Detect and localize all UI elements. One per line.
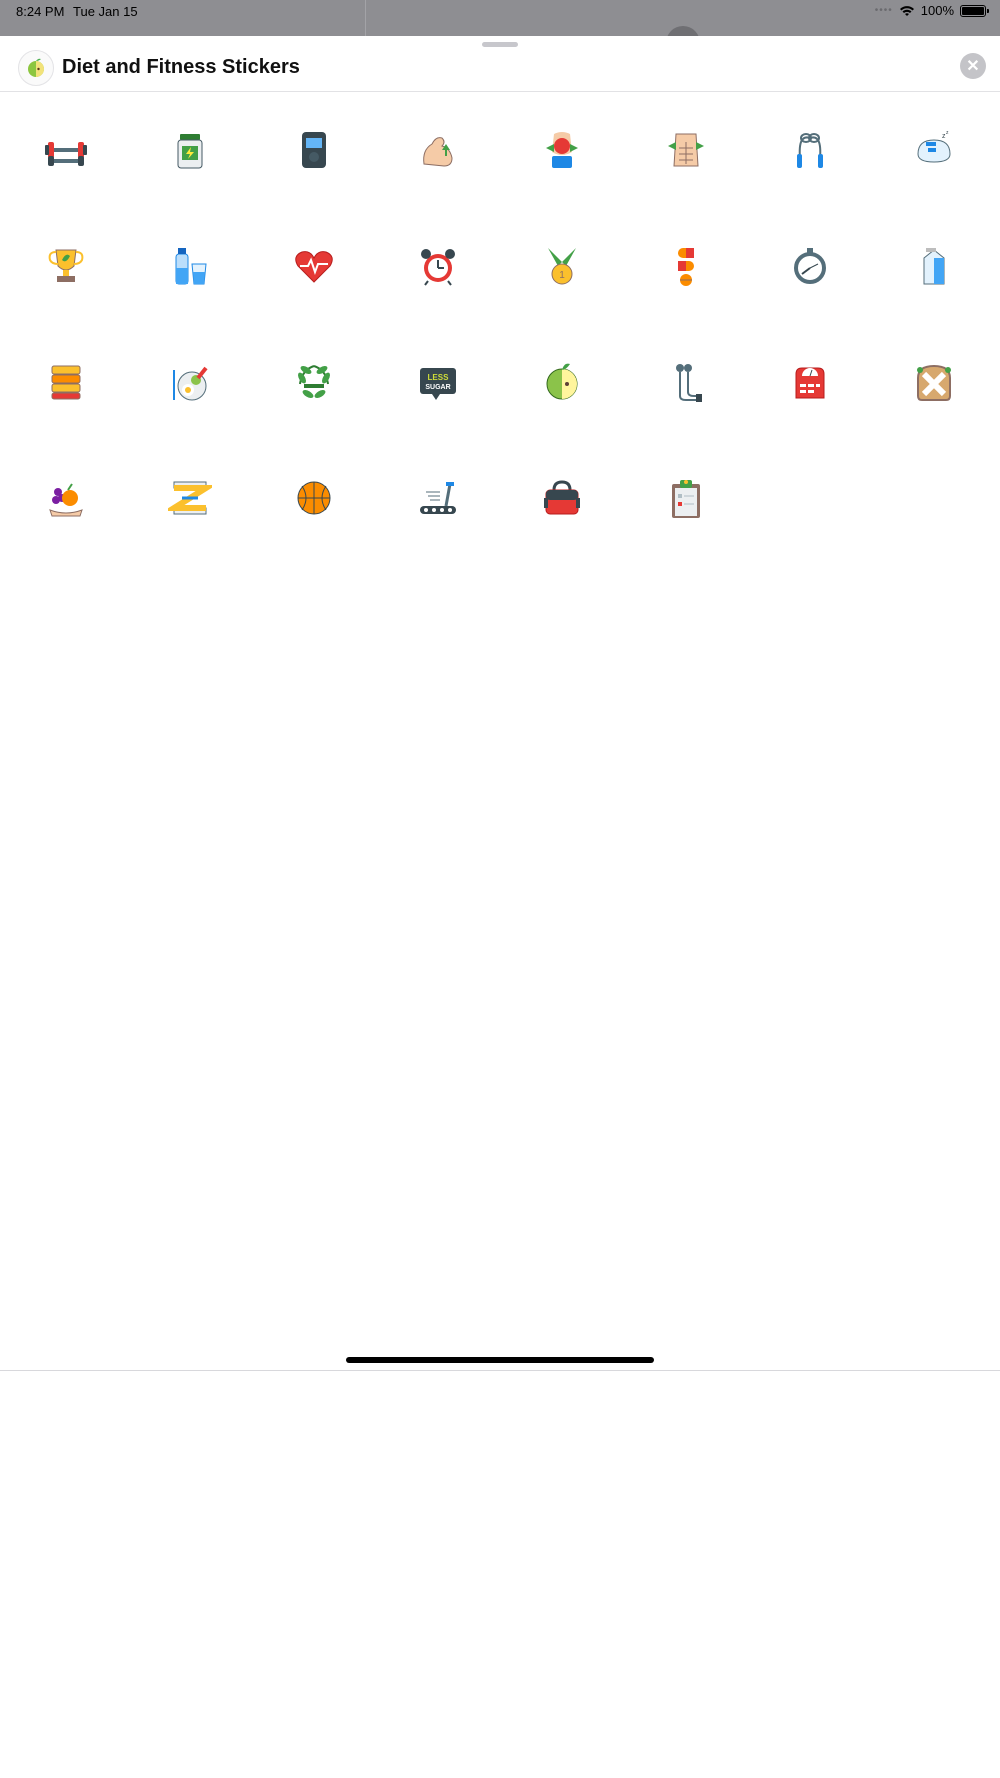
signal-icon: •••• — [874, 5, 893, 16]
sleep-icon: zz — [917, 130, 951, 163]
sticker-jump-rope[interactable] — [748, 92, 872, 208]
tape-icon — [168, 481, 212, 515]
less-sugar-icon: LESS SUGAR — [420, 368, 456, 400]
sticker-supplement-jar[interactable] — [128, 92, 252, 208]
dumbbell-icon — [45, 142, 87, 166]
app-icon — [18, 50, 54, 86]
sandwich-icon — [51, 365, 81, 400]
earphones-icon — [676, 364, 702, 402]
sheet-title: Diet and Fitness Stickers — [62, 56, 300, 78]
sticker-gym-bag[interactable] — [500, 440, 624, 556]
fruit-icon — [49, 483, 83, 517]
sticker-milk-carton[interactable] — [872, 208, 996, 324]
svg-text:z: z — [946, 130, 949, 136]
home-indicator[interactable] — [346, 1357, 654, 1363]
svg-text:SUGAR: SUGAR — [425, 384, 450, 391]
sticker-scale[interactable] — [748, 324, 872, 440]
arm-icon — [423, 137, 453, 167]
sheet-header: Diet and Fitness Stickers ✕ — [0, 48, 1000, 92]
sticker-water-bottle-glass[interactable] — [128, 208, 252, 324]
sticker-trophy[interactable] — [4, 208, 128, 324]
sticker-abs-torso[interactable] — [624, 92, 748, 208]
sticker-treadmill[interactable] — [376, 440, 500, 556]
sticker-sheet: Diet and Fitness Stickers ✕ z z 1 LESS SUGAR — [0, 36, 1000, 1778]
svg-text:1: 1 — [559, 270, 565, 281]
wreath-icon — [298, 365, 330, 398]
heart-icon — [295, 251, 333, 283]
split-divider — [365, 0, 366, 36]
sticker-measuring-tape[interactable] — [128, 440, 252, 556]
sticker-stopwatch[interactable] — [748, 208, 872, 324]
close-button[interactable]: ✕ — [960, 53, 986, 79]
basketball-icon — [297, 481, 331, 515]
sticker-pills[interactable] — [624, 208, 748, 324]
battery-icon — [960, 4, 989, 17]
sticker-medal[interactable]: 1 — [500, 208, 624, 324]
pills-icon — [678, 248, 694, 286]
sticker-dumbbell[interactable] — [4, 92, 128, 208]
scale-icon — [795, 367, 825, 399]
medal-icon: 1 — [548, 248, 576, 285]
status-right: •••• 100% — [874, 3, 989, 18]
status-bar: 8:24 PM Tue Jan 15 •••• 100% — [0, 0, 1000, 60]
sticker-clipboard[interactable] — [624, 440, 748, 556]
jar-icon — [177, 134, 203, 169]
wifi-icon — [899, 5, 914, 16]
sticker-sandwich[interactable] — [4, 324, 128, 440]
sticker-leaf-wreath[interactable] — [252, 324, 376, 440]
sticker-healthy-plate[interactable] — [128, 324, 252, 440]
status-date: Tue Jan 15 — [73, 4, 138, 19]
sticker-flexed-arm[interactable] — [376, 92, 500, 208]
milk-icon — [923, 248, 945, 285]
sticker-basketball[interactable] — [252, 440, 376, 556]
tracker-icon — [302, 132, 326, 168]
treadmill-icon — [420, 482, 456, 514]
sticker-fruit-hand[interactable] — [4, 440, 128, 556]
keyboard-divider — [0, 1370, 1000, 1371]
apple-icon — [28, 58, 44, 77]
sticker-fitness-tracker[interactable] — [252, 92, 376, 208]
apple-waist-icon — [546, 132, 578, 168]
sticker-less-sugar[interactable]: LESS SUGAR — [376, 324, 500, 440]
sticker-green-apple[interactable] — [500, 324, 624, 440]
sticker-no-bread[interactable] — [872, 324, 996, 440]
alarm-icon — [421, 249, 455, 286]
sticker-heartbeat[interactable] — [252, 208, 376, 324]
bag-icon — [544, 480, 580, 515]
trophy-icon — [48, 249, 84, 282]
sticker-sleep[interactable]: zz — [872, 92, 996, 208]
apple-icon — [546, 363, 578, 400]
svg-text:LESS: LESS — [428, 373, 450, 382]
close-icon: ✕ — [966, 58, 980, 75]
water-icon — [175, 248, 207, 285]
sticker-alarm-clock[interactable] — [376, 208, 500, 324]
clipboard-icon — [672, 480, 700, 518]
torso-icon — [668, 133, 704, 167]
jump-rope-icon — [797, 133, 823, 168]
sticker-earphones[interactable] — [624, 324, 748, 440]
status-time: 8:24 PM — [16, 4, 65, 19]
sheet-grabber[interactable] — [482, 42, 518, 47]
stopwatch-icon — [794, 248, 826, 284]
plate-icon — [173, 366, 208, 401]
battery-percent: 100% — [920, 3, 954, 18]
no-bread-icon — [917, 364, 951, 401]
sticker-apple-waist[interactable] — [500, 92, 624, 208]
